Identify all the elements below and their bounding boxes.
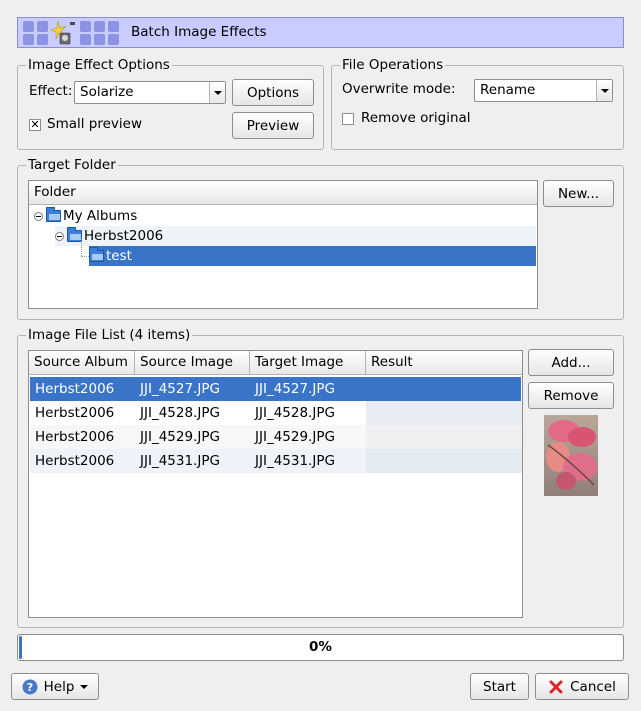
tree-item-my-albums[interactable]: My Albums [34,206,137,226]
new-folder-button[interactable]: New... [543,180,614,207]
table-row[interactable]: Herbst2006 JJI_4529.JPG JJI_4529.JPG [30,425,522,449]
dialog-title: Batch Image Effects [131,24,267,40]
remove-original-checkbox[interactable] [342,113,354,125]
banner-grid-square [23,21,34,32]
dialog-banner: Batch Image Effects [17,17,624,48]
tree-item-label: Herbst2006 [84,228,164,244]
remove-images-button[interactable]: Remove [528,382,614,409]
chevron-down-icon[interactable] [596,80,612,101]
group-title: Target Folder [26,156,118,174]
effect-select-value: Solarize [80,84,134,100]
table-row[interactable]: Herbst2006 JJI_4527.JPG JJI_4527.JPG [30,377,521,401]
cell-source-image: JJI_4527.JPG [140,381,220,397]
options-button-label: Options [246,84,300,101]
cell-source-image: JJI_4531.JPG [140,453,220,469]
image-preview-thumbnail [544,415,598,496]
banner-grid-square [108,21,119,32]
cell-result [366,449,522,473]
remove-images-button-label: Remove [543,387,599,404]
cancel-icon [549,680,563,693]
cell-source-image: JJI_4528.JPG [140,405,220,421]
banner-grid-square [94,21,105,32]
cell-result [366,425,522,449]
cell-target-image: JJI_4528.JPG [255,405,335,421]
start-button-label: Start [483,678,516,695]
cell-source-image: JJI_4529.JPG [140,429,220,445]
cell-target-image: JJI_4529.JPG [255,429,335,445]
cell-result [366,377,371,401]
group-title: Image Effect Options [26,56,172,74]
column-header-target-image[interactable]: Target Image [250,351,366,374]
column-header-result[interactable]: Result [366,351,522,374]
image-file-list-group: Image File List (4 items) Source Album S… [17,326,624,628]
effects-icon [50,20,75,45]
banner-grid-square [37,34,48,45]
cell-source-album: Herbst2006 [35,381,115,397]
chevron-down-icon[interactable] [209,82,225,103]
overwrite-mode-select[interactable]: Rename [474,79,613,102]
banner-grid-square [108,34,119,45]
banner-grid-square [94,34,105,45]
tree-item-herbst2006[interactable]: Herbst2006 [55,226,536,246]
cell-source-album: Herbst2006 [35,405,115,421]
options-button[interactable]: Options [232,79,314,106]
file-operations-group: File Operations Overwrite mode: Rename R… [331,56,624,150]
cell-target-image: JJI_4527.JPG [255,381,335,397]
cell-result [366,401,522,425]
image-list-header: Source Album Source Image Target Image R… [29,351,522,375]
cancel-button-label: Cancel [570,678,616,695]
add-images-button-label: Add... [551,354,591,371]
svg-text:?: ? [26,681,32,694]
folder-open-icon [89,247,104,262]
folder-open-icon [46,207,61,222]
image-effect-options-group: Image Effect Options Effect: Solarize Op… [17,56,324,150]
target-folder-group: Target Folder Folder My Albums Herbst200… [17,156,624,320]
column-header-folder[interactable]: Folder [29,181,537,204]
preview-button-label: Preview [246,117,300,134]
tree-connector [81,256,89,257]
tree-connector [81,239,82,256]
small-preview-checkbox[interactable]: ✕ [29,119,41,131]
group-title: Image File List (4 items) [26,326,193,344]
small-preview-label[interactable]: Small preview [47,116,142,132]
cancel-button[interactable]: Cancel [535,673,629,700]
folder-tree-header: Folder [29,181,537,205]
image-file-list[interactable]: Source Album Source Image Target Image R… [28,350,523,618]
folder-tree[interactable]: Folder My Albums Herbst2006 test [28,180,538,309]
banner-grid-square [80,34,91,45]
tree-item-label: test [106,248,132,264]
remove-original-label[interactable]: Remove original [361,110,471,126]
help-icon: ? [22,679,38,694]
cell-source-album: Herbst2006 [35,429,115,445]
tree-item-label: My Albums [63,208,138,224]
collapse-icon[interactable] [55,231,64,241]
help-button-label: Help [43,678,75,695]
collapse-icon[interactable] [34,211,43,221]
preview-button[interactable]: Preview [232,112,314,139]
new-folder-button-label: New... [557,185,600,202]
effect-select[interactable]: Solarize [74,81,226,104]
progress-bar: 0% [17,634,624,661]
overwrite-mode-label: Overwrite mode: [342,81,456,97]
effect-label: Effect: [29,83,73,99]
tree-item-test[interactable]: test [89,246,536,266]
table-row[interactable]: Herbst2006 JJI_4528.JPG JJI_4528.JPG [30,401,522,425]
folder-open-icon [67,227,82,242]
banner-grid-square [37,21,48,32]
cell-target-image: JJI_4531.JPG [255,453,335,469]
table-row[interactable]: Herbst2006 JJI_4531.JPG JJI_4531.JPG [30,449,522,473]
overwrite-mode-value: Rename [480,82,536,98]
group-title: File Operations [340,56,446,74]
help-button[interactable]: ? Help [11,673,99,700]
cell-source-album: Herbst2006 [35,453,115,469]
progress-label: 0% [309,639,332,655]
start-button[interactable]: Start [470,673,529,700]
banner-grid-square [23,34,34,45]
add-images-button[interactable]: Add... [528,349,614,376]
chevron-down-icon [80,684,89,689]
column-header-source-image[interactable]: Source Image [135,351,250,374]
banner-grid-square [80,21,91,32]
column-header-source-album[interactable]: Source Album [29,351,135,374]
